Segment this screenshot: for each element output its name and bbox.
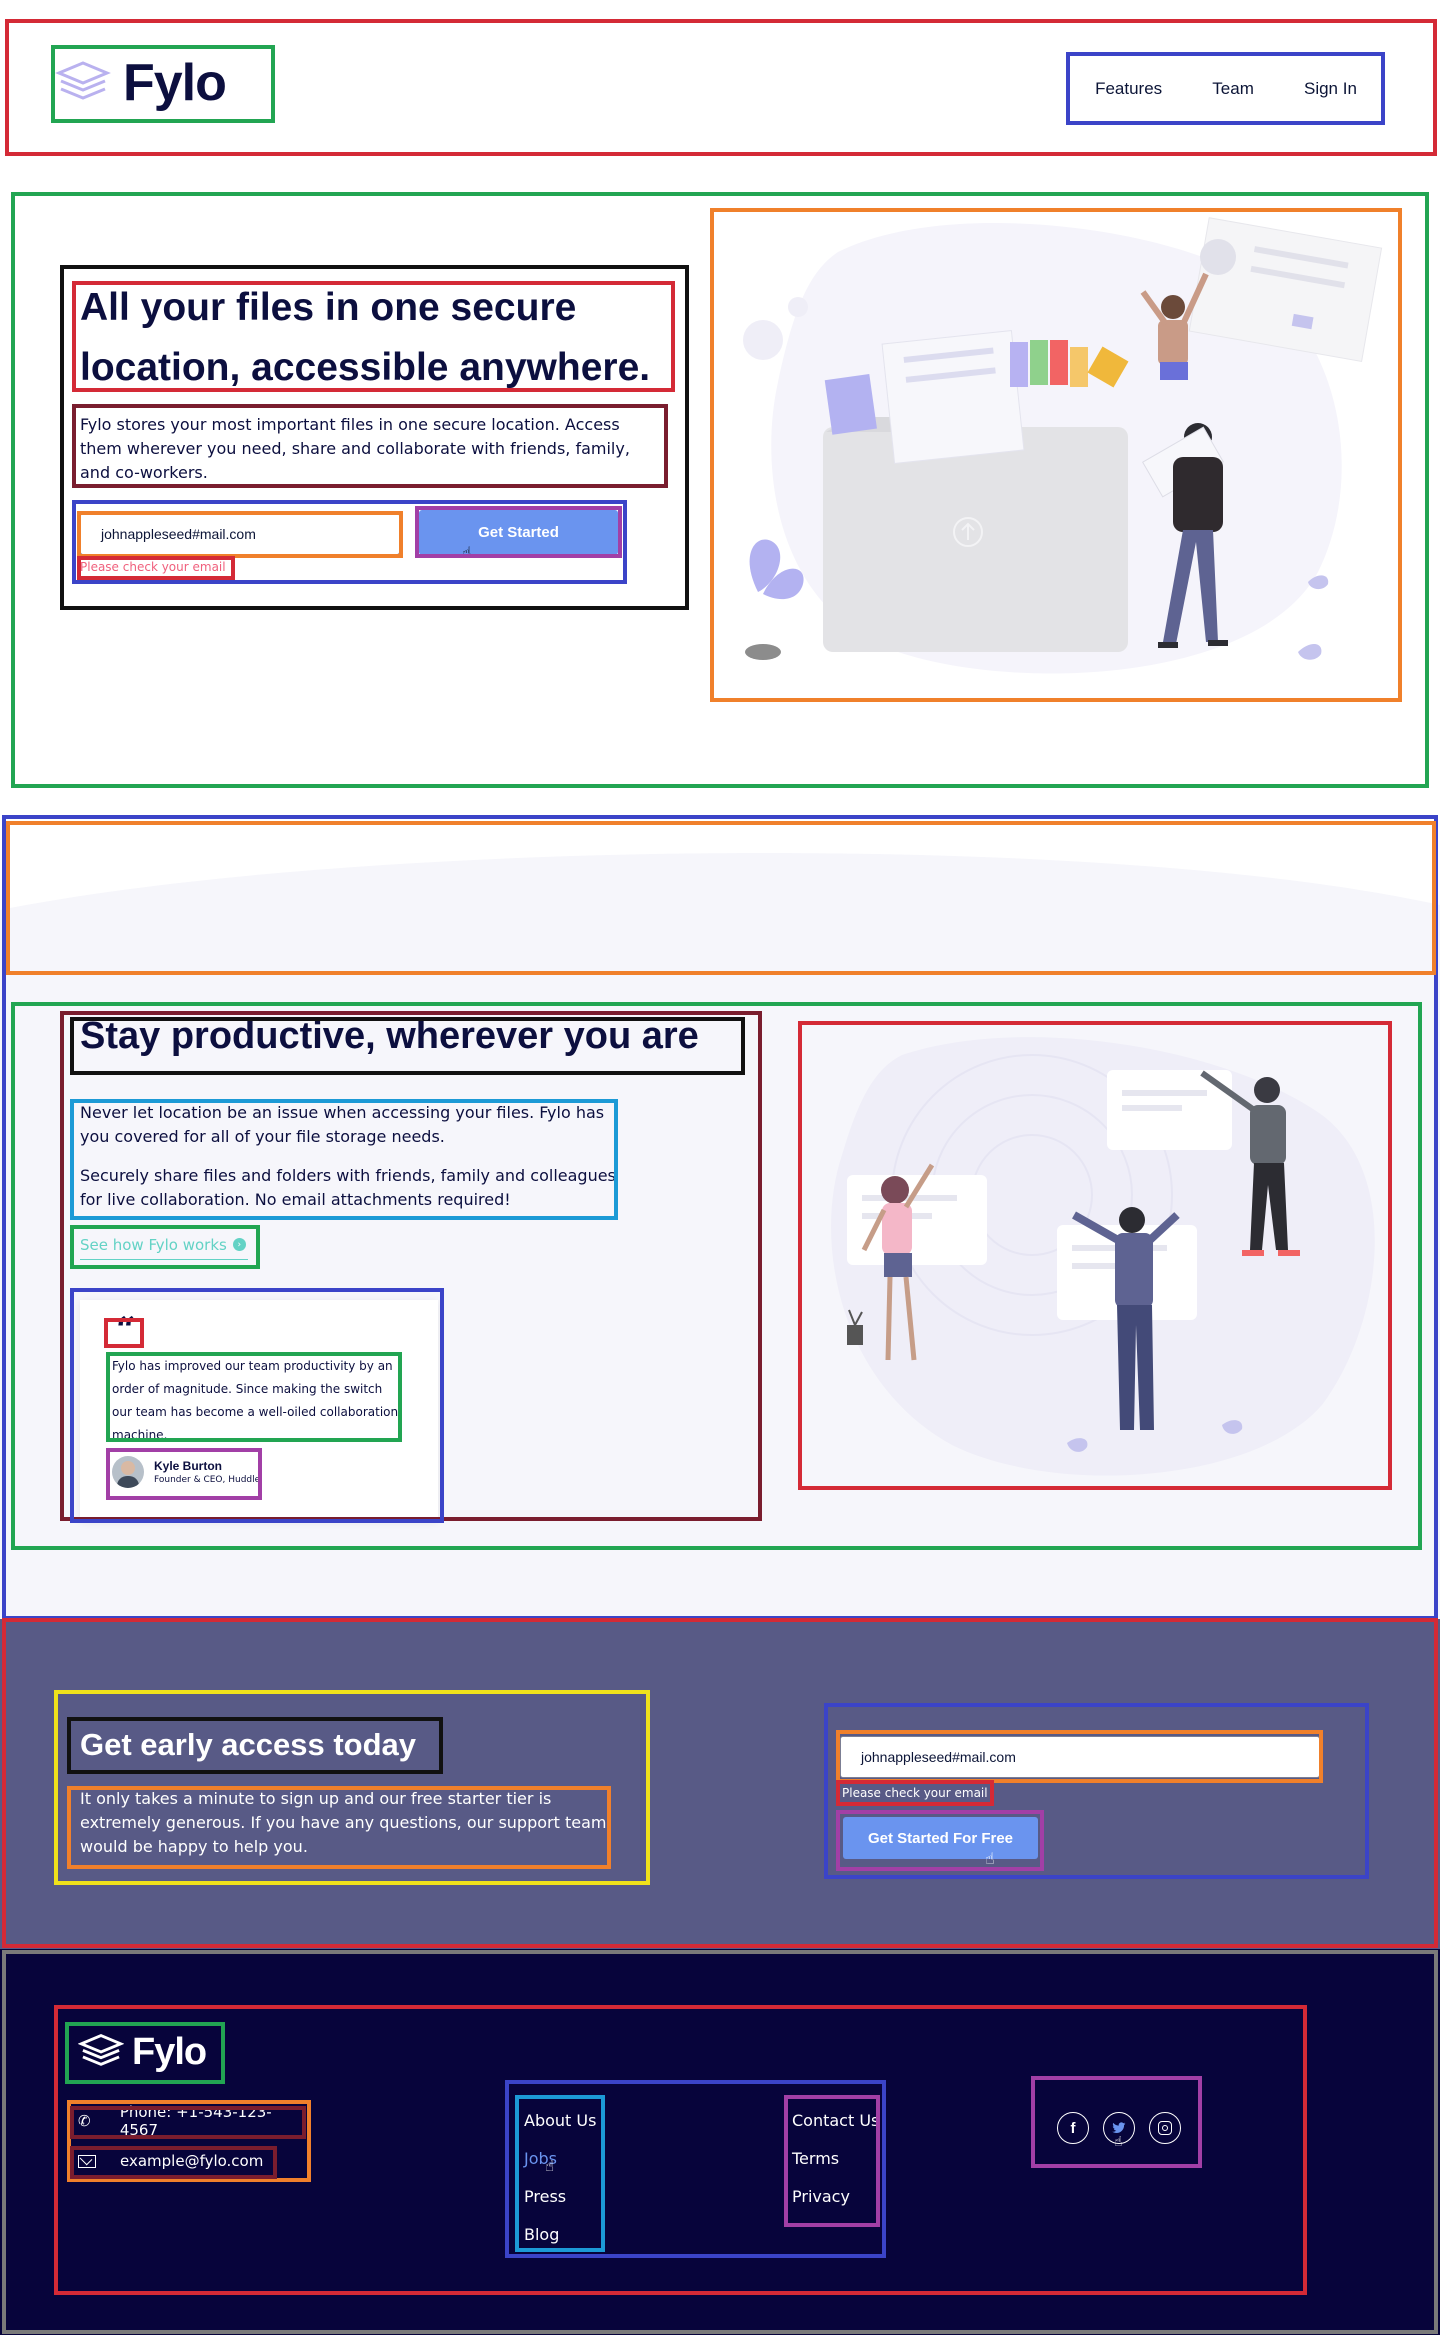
phone-icon: ✆ <box>78 2112 91 2130</box>
email-text: example@fylo.com <box>120 2152 264 2170</box>
hero-illustration <box>743 217 1383 674</box>
testimonial-card: “ Fylo has improved our team productivit… <box>80 1300 438 1520</box>
get-started-for-free-button[interactable]: Get Started For Free <box>843 1817 1038 1859</box>
brand-logo[interactable]: Fylo <box>55 48 270 118</box>
early-access-description: It only takes a minute to sign up and ou… <box>80 1789 607 1856</box>
cursor-icon: ☝ <box>985 1849 995 1868</box>
quote-mark-icon: “ <box>116 1310 136 1350</box>
section-wave-divider <box>0 852 1440 975</box>
footer-link-press[interactable]: Press <box>524 2187 596 2225</box>
mail-icon <box>78 2152 96 2168</box>
footer-email: example@fylo.com <box>78 2149 278 2173</box>
nav-features[interactable]: Features <box>1095 79 1162 99</box>
testimonial-text: Fylo has improved our team productivity … <box>112 1359 399 1442</box>
early-access-section: Get early access today It only takes a m… <box>0 1619 1440 1949</box>
cursor-icon: ☝ <box>462 543 472 562</box>
hero-description: Fylo stores your most important files in… <box>80 415 630 482</box>
cursor-icon: ☝ <box>1114 2134 1123 2150</box>
layers-logo-icon <box>55 61 111 100</box>
hero-title-line2: location, accessible anywhere. <box>80 346 651 389</box>
author-name: Kyle Burton <box>154 1459 223 1473</box>
footer-links-col-1: About Us Jobs Press Blog <box>524 2111 596 2263</box>
hero-get-started-button[interactable]: Get Started <box>419 510 618 555</box>
hero-email-input[interactable]: johnappleseed#mail.com <box>80 513 400 555</box>
cta-error-text: Please check your email <box>842 1786 988 1800</box>
author-title: Founder & CEO, Huddle <box>154 1475 261 1485</box>
productive-section: Stay productive, wherever you are Never … <box>0 975 1440 1619</box>
collaboration-illustration <box>831 1037 1375 1476</box>
footer-link-privacy[interactable]: Privacy <box>792 2187 879 2225</box>
see-how-link-label: See how Fylo works <box>80 1235 227 1254</box>
productive-title: Stay productive, wherever you are <box>80 1015 699 1057</box>
facebook-icon[interactable]: f <box>1057 2112 1089 2144</box>
testimonial-author: Kyle Burton Founder & CEO, Huddle <box>112 1452 262 1492</box>
footer-link-blog[interactable]: Blog <box>524 2225 596 2263</box>
main-nav: Features Team Sign In <box>1070 55 1382 123</box>
footer-logo[interactable]: Fylo <box>78 2027 218 2077</box>
productive-paragraph-1: Never let location be an issue when acce… <box>80 1103 605 1146</box>
footer-link-about-us[interactable]: About Us <box>524 2111 596 2149</box>
footer-link-jobs[interactable]: Jobs <box>524 2149 596 2187</box>
nav-sign-in[interactable]: Sign In <box>1304 79 1357 99</box>
avatar <box>112 1456 144 1488</box>
see-how-fylo-works-link[interactable]: See how Fylo works › <box>80 1230 248 1260</box>
hero-title: All your files in one secure location, a… <box>80 278 676 398</box>
hero-title-line1: All your files in one secure <box>80 286 577 329</box>
site-footer: Fylo ✆ Phone: +1-543-123-4567 example@fy… <box>0 1949 1440 2335</box>
early-access-title: Get early access today <box>80 1727 417 1762</box>
footer-brand-name: Fylo <box>132 2030 207 2073</box>
layers-logo-icon <box>78 2034 124 2066</box>
arrow-circle-icon: › <box>232 1238 246 1251</box>
footer-link-terms[interactable]: Terms <box>792 2149 879 2187</box>
footer-links-col-2: Contact Us Terms Privacy <box>792 2111 879 2225</box>
brand-name: Fylo <box>123 54 227 112</box>
instagram-icon[interactable] <box>1149 2112 1181 2144</box>
phone-text: Phone: +1-543-123-4567 <box>119 2103 272 2139</box>
nav-team[interactable]: Team <box>1212 79 1254 99</box>
hero-error-text: Please check your email <box>80 560 226 574</box>
footer-phone: ✆ Phone: +1-543-123-4567 <box>78 2103 308 2139</box>
footer-link-contact-us[interactable]: Contact Us <box>792 2111 879 2149</box>
productive-paragraph-2: Securely share files and folders with fr… <box>80 1166 616 1209</box>
cta-email-input[interactable]: johnappleseed#mail.com <box>840 1736 1320 1778</box>
cursor-icon: ☝ <box>545 2157 555 2175</box>
